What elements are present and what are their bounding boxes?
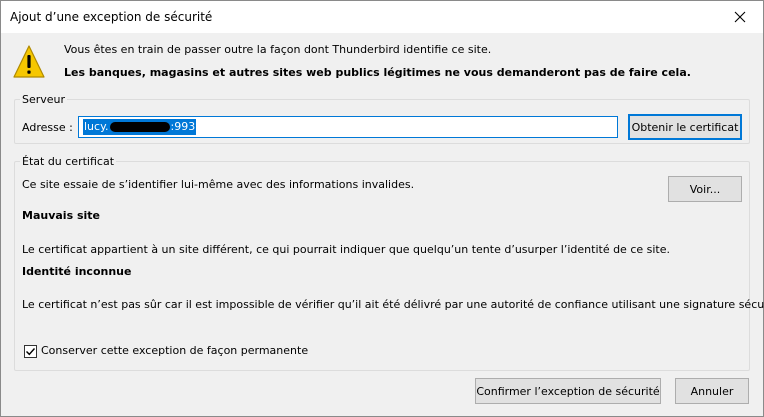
certificate-status-text: Ce site essaie de s’identifier lui-même … [22, 178, 415, 191]
server-group-legend: Serveur [20, 93, 68, 106]
security-exception-dialog: Ajout d’une exception de sécurité Vous ê… [0, 0, 764, 417]
address-port: :993 [170, 120, 196, 133]
redacted-hostname [109, 122, 170, 132]
title-bar: Ajout d’une exception de sécurité [1, 1, 763, 33]
cancel-button[interactable]: Annuler [675, 378, 749, 404]
unknown-identity-description: Le certificat n’est pas sûr car il est i… [22, 298, 764, 311]
warning-triangle-icon [13, 45, 45, 78]
bad-site-heading: Mauvais site [22, 209, 100, 222]
bad-site-description: Le certificat appartient à un site diffé… [22, 243, 671, 256]
address-input[interactable]: lucy. :993 [78, 116, 618, 138]
checkmark-icon [26, 348, 36, 356]
permanent-exception-checkbox[interactable] [24, 345, 37, 358]
address-selected-text: lucy. :993 [83, 119, 197, 135]
warning-emphasis: Les banques, magasins et autres sites we… [64, 66, 691, 79]
certificate-group-legend: État du certificat [20, 155, 117, 168]
get-certificate-button[interactable]: Obtenir le certificat [628, 114, 742, 140]
dialog-title: Ajout d’une exception de sécurité [10, 10, 213, 24]
address-label: Adresse : [22, 121, 73, 134]
close-icon [734, 11, 746, 23]
address-prefix: lucy. [84, 120, 109, 133]
permanent-exception-label[interactable]: Conserver cette exception de façon perma… [41, 344, 308, 357]
view-certificate-button[interactable]: Voir... [668, 176, 742, 202]
warning-message: Vous êtes en train de passer outre la fa… [64, 43, 492, 56]
close-button[interactable] [717, 1, 763, 33]
unknown-identity-heading: Identité inconnue [22, 265, 132, 278]
confirm-exception-button[interactable]: Confirmer l’exception de sécurité [475, 378, 661, 404]
